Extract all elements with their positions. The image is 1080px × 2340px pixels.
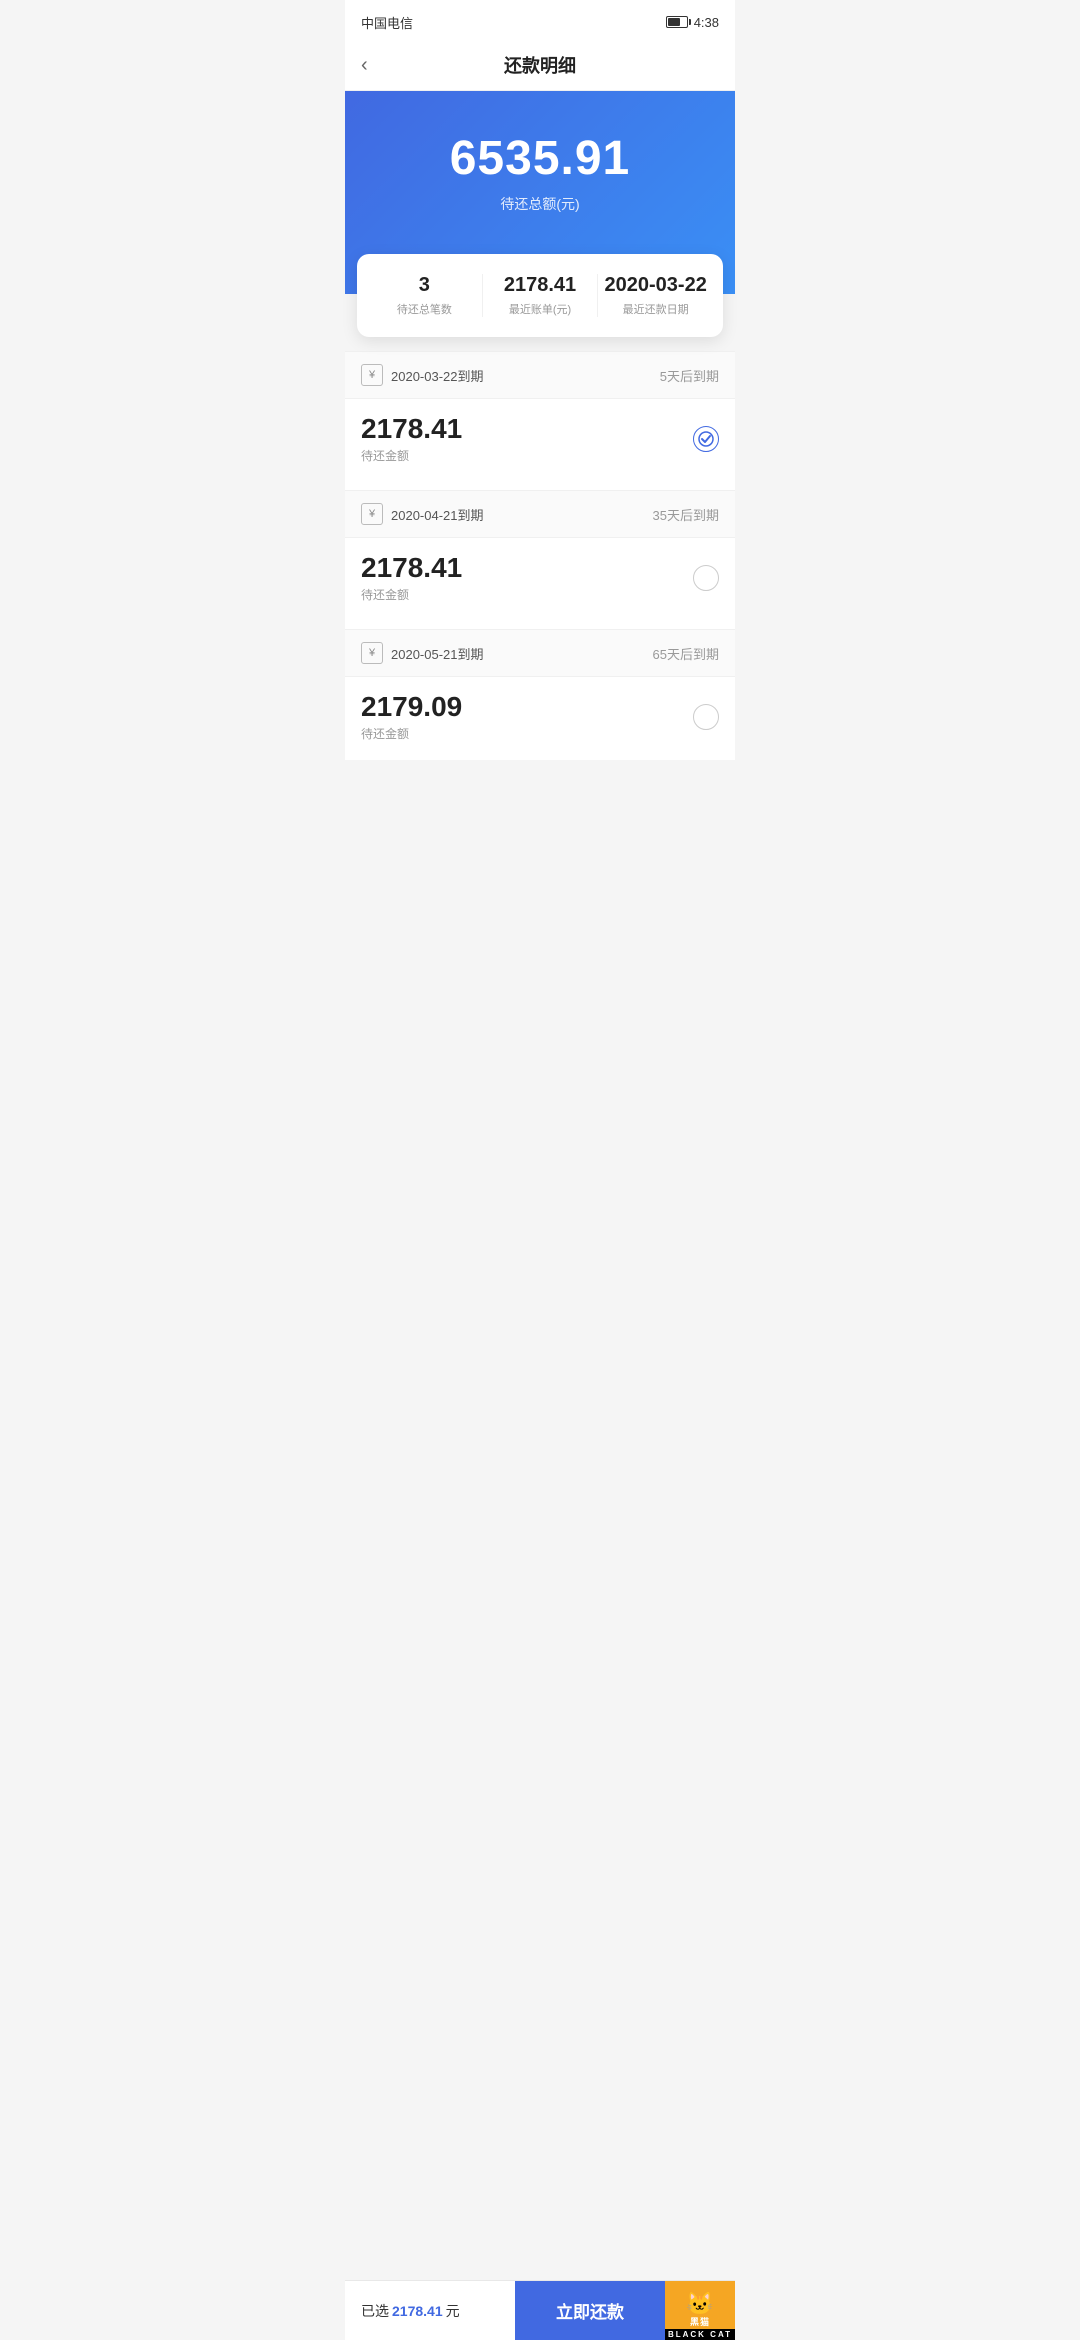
bill-header-left-2: ¥ 2020-04-21到期: [361, 503, 484, 525]
pending-count-value: 3: [367, 274, 482, 297]
bill-amount-label-1: 待还金额: [361, 447, 462, 464]
bill-body-1: 2178.41 待还金额: [345, 399, 735, 482]
selected-suffix: 元: [446, 2301, 460, 2321]
cat-text: 黑猫: [690, 2315, 710, 2328]
bill-header-left-1: ¥ 2020-03-22到期: [361, 364, 484, 386]
bill-body-3: 2179.09 待还金额: [345, 677, 735, 760]
bill-date-2: 2020-04-21到期: [391, 505, 484, 524]
summary-item-latest-date: 2020-03-22 最近还款日期: [597, 274, 713, 317]
bill-due-3: 65天后到期: [653, 644, 719, 663]
bill-amount-wrap-3: 2179.09 待还金额: [361, 691, 462, 742]
bill-amount-1: 2178.41: [361, 413, 462, 445]
summary-item-latest-bill: 2178.41 最近账单(元): [482, 274, 598, 317]
cat-icon: 🐱: [686, 2293, 713, 2315]
bill-item-2[interactable]: ¥ 2020-04-21到期 35天后到期 2178.41 待还金额: [345, 490, 735, 621]
bill-amount-wrap-1: 2178.41 待还金额: [361, 413, 462, 464]
bill-list: ¥ 2020-03-22到期 5天后到期 2178.41 待还金额 ¥ 2020…: [345, 351, 735, 760]
pending-count-label: 待还总笔数: [367, 301, 482, 317]
bill-checkbox-3[interactable]: [693, 704, 719, 730]
status-bar: 中国电信 4:38: [345, 0, 735, 40]
bill-item-3[interactable]: ¥ 2020-05-21到期 65天后到期 2179.09 待还金额: [345, 629, 735, 760]
black-cat-strip-text: BLACK CAT: [665, 2329, 735, 2340]
bill-date-1: 2020-03-22到期: [391, 366, 484, 385]
selected-prefix: 已选: [361, 2301, 389, 2321]
bill-item-1[interactable]: ¥ 2020-03-22到期 5天后到期 2178.41 待还金额: [345, 351, 735, 482]
summary-item-count: 3 待还总笔数: [367, 274, 482, 317]
bill-amount-label-2: 待还金额: [361, 586, 462, 603]
bottom-bar: 已选 2178.41 元 立即还款 🐱 黑猫 BLACK CAT: [345, 2280, 735, 2340]
time-text: 4:38: [694, 15, 719, 30]
bill-checkbox-2[interactable]: [693, 565, 719, 591]
latest-date-value: 2020-03-22: [598, 274, 713, 297]
page-title: 还款明细: [504, 52, 576, 78]
selected-amount: 2178.41: [392, 2303, 443, 2319]
bill-amount-wrap-2: 2178.41 待还金额: [361, 552, 462, 603]
total-amount-label: 待还总额(元): [365, 194, 715, 214]
bill-header-3: ¥ 2020-05-21到期 65天后到期: [345, 629, 735, 677]
bill-body-2: 2178.41 待还金额: [345, 538, 735, 621]
pay-button-label: 立即还款: [556, 2298, 624, 2323]
latest-bill-label: 最近账单(元): [483, 301, 598, 317]
bill-header-1: ¥ 2020-03-22到期 5天后到期: [345, 351, 735, 399]
latest-bill-value: 2178.41: [483, 274, 598, 297]
yuan-icon-3: ¥: [361, 642, 383, 664]
selected-info: 已选 2178.41 元: [345, 2281, 515, 2340]
bill-header-2: ¥ 2020-04-21到期 35天后到期: [345, 490, 735, 538]
carrier-text: 中国电信: [361, 13, 413, 32]
bill-header-left-3: ¥ 2020-05-21到期: [361, 642, 484, 664]
pay-button[interactable]: 立即还款: [515, 2281, 665, 2340]
nav-bar: ‹ 还款明细: [345, 40, 735, 91]
yuan-icon-2: ¥: [361, 503, 383, 525]
bill-amount-2: 2178.41: [361, 552, 462, 584]
bill-amount-3: 2179.09: [361, 691, 462, 723]
status-right: 4:38: [666, 15, 719, 30]
latest-date-label: 最近还款日期: [598, 301, 713, 317]
bill-due-2: 35天后到期: [653, 505, 719, 524]
bill-due-1: 5天后到期: [660, 366, 719, 385]
yuan-icon-1: ¥: [361, 364, 383, 386]
battery-icon: [666, 16, 688, 28]
black-cat-badge[interactable]: 🐱 黑猫 BLACK CAT: [665, 2281, 735, 2340]
back-button[interactable]: ‹: [361, 54, 368, 77]
summary-card: 3 待还总笔数 2178.41 最近账单(元) 2020-03-22 最近还款日…: [357, 254, 723, 337]
total-amount: 6535.91: [365, 131, 715, 186]
bill-amount-label-3: 待还金额: [361, 725, 462, 742]
bill-checkbox-1[interactable]: [693, 426, 719, 452]
bill-date-3: 2020-05-21到期: [391, 644, 484, 663]
